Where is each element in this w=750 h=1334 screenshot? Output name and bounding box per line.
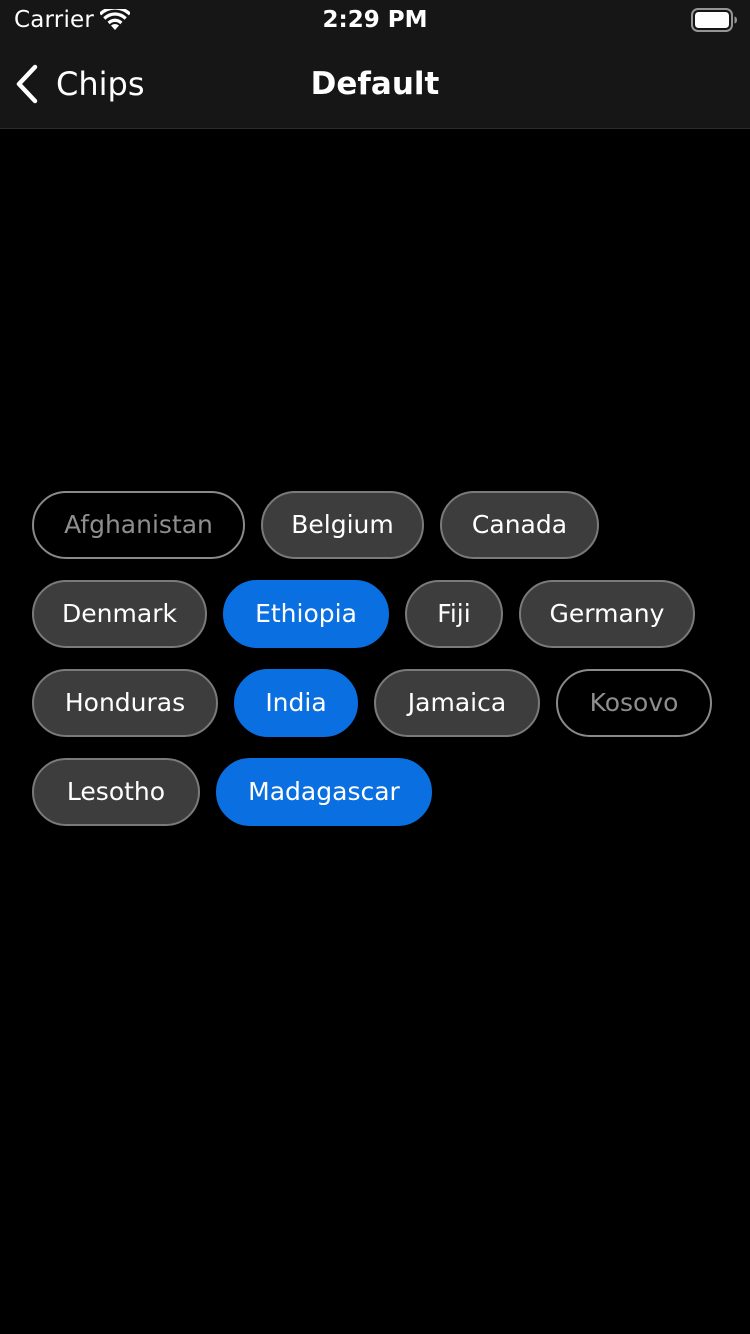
chip-kosovo[interactable]: Kosovo bbox=[556, 669, 712, 737]
chip-jamaica[interactable]: Jamaica bbox=[374, 669, 540, 737]
chip-group: Afghanistan Belgium Canada Denmark Ethio… bbox=[0, 0, 750, 1334]
chip-afghanistan[interactable]: Afghanistan bbox=[32, 491, 245, 559]
navigation-bar: Chips Default bbox=[0, 40, 750, 129]
chip-denmark[interactable]: Denmark bbox=[32, 580, 207, 648]
chip-lesotho[interactable]: Lesotho bbox=[32, 758, 200, 826]
battery-icon bbox=[691, 8, 737, 32]
chip-ethiopia[interactable]: Ethiopia bbox=[223, 580, 389, 648]
chip-fiji[interactable]: Fiji bbox=[405, 580, 503, 648]
chip-germany[interactable]: Germany bbox=[519, 580, 695, 648]
chip-madagascar[interactable]: Madagascar bbox=[216, 758, 432, 826]
page-title: Default bbox=[310, 66, 440, 102]
chip-canada[interactable]: Canada bbox=[440, 491, 599, 559]
chip-india[interactable]: India bbox=[234, 669, 358, 737]
status-bar: Carrier 2:29 PM bbox=[0, 0, 750, 40]
chip-honduras[interactable]: Honduras bbox=[32, 669, 218, 737]
chip-belgium[interactable]: Belgium bbox=[261, 491, 424, 559]
clock: 2:29 PM bbox=[322, 7, 428, 33]
